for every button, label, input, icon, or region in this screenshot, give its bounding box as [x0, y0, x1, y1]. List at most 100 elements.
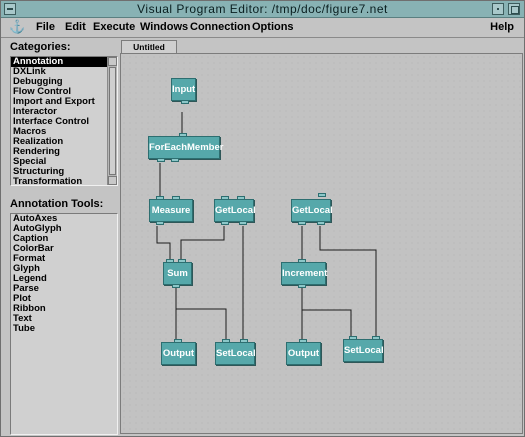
- category-item[interactable]: Annotation: [11, 57, 117, 67]
- node-label: Output: [162, 348, 195, 359]
- category-item[interactable]: Structuring: [11, 167, 117, 177]
- categories-list[interactable]: Annotation DXLink Debugging Flow Control…: [10, 56, 118, 187]
- node-setlocal[interactable]: SetLocal: [215, 339, 256, 365]
- node-label: Output: [287, 348, 320, 359]
- node-measure[interactable]: Measure: [149, 196, 193, 225]
- input-port[interactable]: [166, 259, 174, 263]
- tool-item[interactable]: Caption: [11, 234, 117, 244]
- output-port[interactable]: [156, 221, 164, 225]
- wire-measure-sum: [156, 226, 171, 262]
- wire-sum-setlocal: [176, 308, 227, 341]
- wire-increment-setlocal: [302, 309, 352, 338]
- node-label: SetLocal: [216, 348, 256, 359]
- input-port[interactable]: [318, 193, 326, 197]
- category-item[interactable]: Transformation: [11, 177, 117, 187]
- tool-item[interactable]: Plot: [11, 294, 117, 304]
- wire-getlocal-sum-a: [180, 226, 225, 262]
- input-port[interactable]: [298, 259, 306, 263]
- tool-item[interactable]: AutoAxes: [11, 214, 117, 224]
- menu-execute[interactable]: Execute: [93, 21, 135, 33]
- category-item[interactable]: Interface Control: [11, 117, 117, 127]
- tool-item[interactable]: Text: [11, 314, 117, 324]
- input-port[interactable]: [179, 133, 187, 137]
- output-port[interactable]: [172, 284, 180, 288]
- menu-edit[interactable]: Edit: [65, 21, 86, 33]
- tools-list[interactable]: AutoAxes AutoGlyph Caption ColorBar Form…: [10, 213, 118, 435]
- tool-item[interactable]: Glyph: [11, 264, 117, 274]
- output-port[interactable]: [181, 100, 189, 104]
- tool-item[interactable]: Parse: [11, 284, 117, 294]
- connection-wires: [156, 112, 377, 341]
- maximize-icon[interactable]: [508, 3, 520, 15]
- input-port[interactable]: [222, 339, 230, 343]
- output-port[interactable]: [171, 158, 179, 162]
- vpe-window: Visual Program Editor: /tmp/doc/figure7.…: [0, 0, 525, 437]
- node-increment[interactable]: Increment: [281, 259, 328, 288]
- menu-connection[interactable]: Connection: [190, 21, 251, 33]
- tool-item[interactable]: Legend: [11, 274, 117, 284]
- output-port[interactable]: [221, 221, 229, 225]
- output-port[interactable]: [317, 221, 325, 225]
- scroll-down-icon[interactable]: [108, 176, 117, 185]
- menu-windows[interactable]: Windows: [140, 21, 188, 33]
- node-label: Sum: [167, 268, 188, 279]
- input-port[interactable]: [178, 259, 186, 263]
- tab-untitled[interactable]: Untitled: [121, 40, 177, 54]
- node-foreachmember[interactable]: ForEachMember: [148, 133, 224, 162]
- categories-label: Categories:: [10, 41, 71, 53]
- category-item[interactable]: Macros: [11, 127, 117, 137]
- node-input[interactable]: Input: [171, 78, 196, 104]
- node-label: ForEachMember: [149, 142, 224, 153]
- tool-item[interactable]: Tube: [11, 324, 117, 334]
- input-port[interactable]: [299, 339, 307, 343]
- output-port[interactable]: [157, 158, 165, 162]
- tool-item[interactable]: Ribbon: [11, 304, 117, 314]
- window-title: Visual Program Editor: /tmp/doc/figure7.…: [137, 2, 388, 16]
- output-port[interactable]: [298, 284, 306, 288]
- network-canvas[interactable]: Input ForEachMember Measure GetLocal Get…: [120, 53, 523, 434]
- output-port[interactable]: [239, 221, 247, 225]
- node-getlocal[interactable]: GetLocal: [214, 196, 256, 225]
- category-item[interactable]: Special: [11, 157, 117, 167]
- input-port[interactable]: [172, 196, 180, 200]
- input-port[interactable]: [156, 196, 164, 200]
- editor-tabstrip: Untitled: [119, 38, 524, 54]
- category-item[interactable]: Import and Export: [11, 97, 117, 107]
- scroll-thumb[interactable]: [109, 67, 116, 175]
- tool-item[interactable]: Format: [11, 254, 117, 264]
- categories-scrollbar[interactable]: [107, 57, 117, 185]
- title-bar[interactable]: Visual Program Editor: /tmp/doc/figure7.…: [1, 1, 524, 18]
- category-item[interactable]: DXLink: [11, 67, 117, 77]
- node-getlocal-2[interactable]: GetLocal: [291, 193, 333, 225]
- input-port[interactable]: [349, 336, 357, 340]
- tools-label: Annotation Tools:: [10, 198, 104, 210]
- category-item[interactable]: Rendering: [11, 147, 117, 157]
- anchor-icon[interactable]: ⚓: [9, 19, 25, 35]
- node-label: GetLocal: [292, 205, 333, 216]
- input-port[interactable]: [240, 339, 248, 343]
- menu-options[interactable]: Options: [252, 21, 294, 33]
- category-item[interactable]: Debugging: [11, 77, 117, 87]
- input-port[interactable]: [372, 336, 380, 340]
- node-setlocal-2[interactable]: SetLocal: [343, 336, 384, 362]
- scroll-up-icon[interactable]: [108, 57, 117, 66]
- input-port[interactable]: [174, 339, 182, 343]
- category-item[interactable]: Interactor: [11, 107, 117, 117]
- menu-help[interactable]: Help: [490, 21, 514, 33]
- tool-item[interactable]: AutoGlyph: [11, 224, 117, 234]
- node-output[interactable]: Output: [161, 339, 196, 365]
- node-label: SetLocal: [344, 345, 384, 356]
- input-port[interactable]: [221, 196, 229, 200]
- output-port[interactable]: [298, 221, 306, 225]
- node-sum[interactable]: Sum: [163, 259, 192, 288]
- palette-panel: Categories: Annotation DXLink Debugging …: [4, 40, 118, 435]
- category-item[interactable]: Realization: [11, 137, 117, 147]
- wire-getlocal2-setlocal2: [319, 226, 377, 338]
- menu-file[interactable]: File: [36, 21, 55, 33]
- node-label: Increment: [282, 268, 328, 279]
- minimize-icon[interactable]: [492, 3, 504, 15]
- tool-item[interactable]: ColorBar: [11, 244, 117, 254]
- category-item[interactable]: Flow Control: [11, 87, 117, 97]
- input-port[interactable]: [237, 196, 245, 200]
- node-output-2[interactable]: Output: [286, 339, 321, 365]
